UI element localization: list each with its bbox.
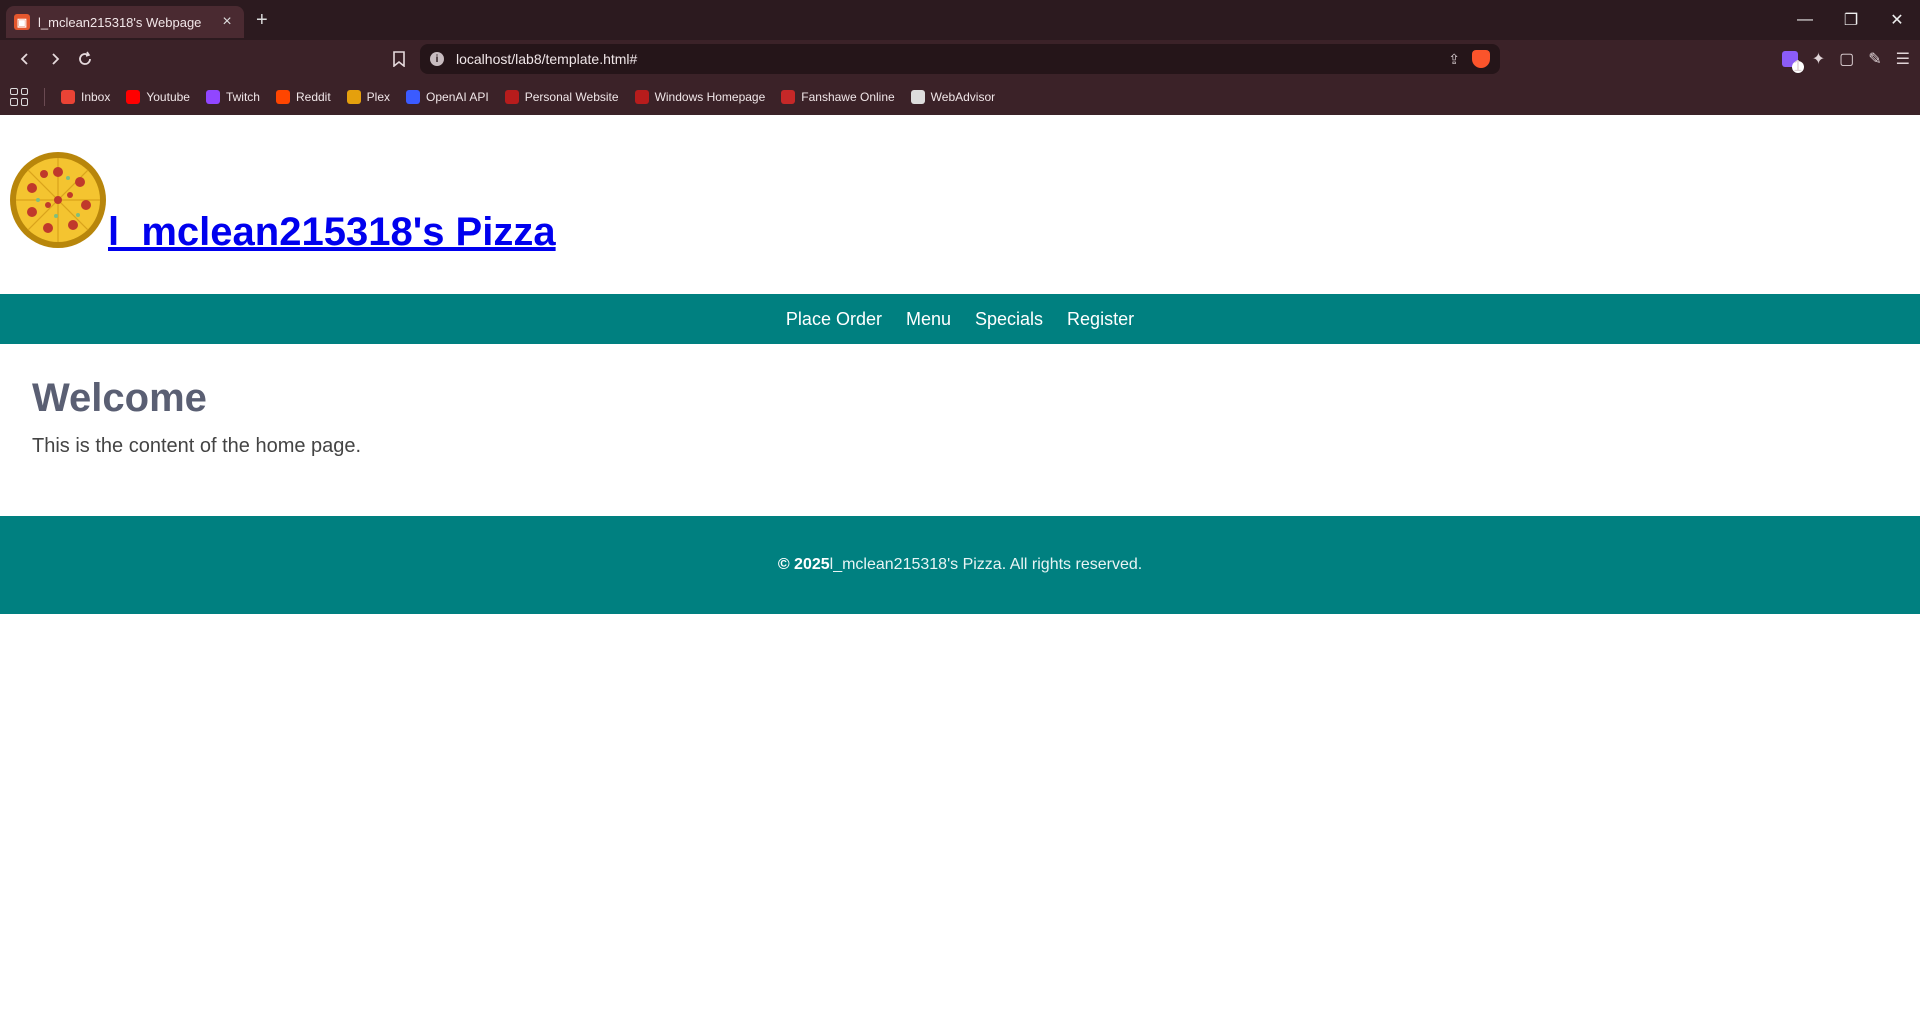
brave-shields-icon[interactable] [1472, 50, 1490, 68]
youtube-icon [126, 89, 141, 104]
gmail-icon [61, 89, 75, 104]
title-bar: ▣ l_mclean215318's Webpage × + — ❐ ✕ [0, 0, 1920, 40]
nav-menu[interactable]: Menu [906, 309, 951, 330]
footer-text: l_mclean215318's Pizza. All rights reser… [829, 556, 1143, 573]
plex-icon [346, 89, 361, 104]
apps-grid-icon[interactable] [10, 87, 28, 106]
site-info-icon[interactable]: i [430, 52, 444, 66]
bookmarks-bar: Inbox Youtube Twitch Reddit Plex OpenAI API Pe… [0, 78, 1920, 116]
bookmark-youtube[interactable]: Youtube [126, 89, 190, 104]
wallet-icon[interactable]: 1 [1781, 51, 1804, 75]
bookmark-label: WebAdvisor [930, 89, 996, 104]
address-bar[interactable]: i localhost/lab8/template.html# ⇪ [420, 44, 1500, 74]
site-title-link[interactable]: l_mclean215318's Pizza [108, 210, 556, 255]
bookmark-page-button[interactable] [384, 44, 414, 74]
bookmark-label: Fanshawe Online [801, 89, 895, 104]
bookmark-label: Windows Homepage [654, 89, 766, 104]
browser-toolbar: i localhost/lab8/template.html# ⇪ 1 ✦ ▢ … [0, 40, 1920, 78]
personal-website-icon [504, 89, 519, 104]
bookmark-fanshawe-online[interactable]: Fanshawe Online [781, 89, 895, 104]
browser-tab[interactable]: ▣ l_mclean215318's Webpage × [6, 6, 244, 38]
bookmark-personal-website[interactable]: Personal Website [504, 89, 619, 104]
reader-mode-icon[interactable]: ▢ [1839, 49, 1854, 69]
reload-button[interactable] [70, 44, 100, 74]
bookmark-twitch[interactable]: Twitch [205, 89, 260, 104]
url-input[interactable]: localhost/lab8/template.html# [456, 51, 1436, 67]
tab-title: l_mclean215318's Webpage [38, 14, 202, 30]
nav-register[interactable]: Register [1067, 309, 1134, 330]
page-viewport: l_mclean215318's Pizza Place Order Menu … [0, 115, 1920, 1032]
twitch-icon [205, 89, 220, 104]
bookmark-reddit[interactable]: Reddit [275, 89, 331, 104]
leo-ai-icon[interactable]: ✎ [1868, 49, 1881, 69]
page-heading: Welcome [32, 376, 207, 420]
back-arrow-icon [20, 53, 28, 65]
footer-copyright-year: © 2025 [777, 556, 830, 573]
bookmark-label: OpenAI API [426, 89, 489, 104]
toolbar-right: 1 ✦ ▢ ✎ ☰ [1781, 44, 1910, 75]
bookmarks-list: Inbox Youtube Twitch Reddit Plex OpenAI API Pe… [61, 89, 996, 104]
bookmark-inbox[interactable]: Inbox [61, 89, 111, 104]
forward-button[interactable] [40, 44, 70, 74]
extensions-icon[interactable]: ✦ [1812, 49, 1825, 69]
reddit-icon [275, 89, 290, 104]
openai-icon [406, 89, 421, 104]
site-navbar: Place Order Menu Specials Register [0, 294, 1920, 344]
bookmark-plex[interactable]: Plex [346, 89, 391, 104]
bookmark-label: Reddit [295, 89, 331, 104]
pizza-logo-icon [10, 152, 106, 248]
wallet-badge: 1 [1791, 58, 1804, 75]
bookmark-windows-homepage[interactable]: Windows Homepage [634, 89, 766, 104]
bookmark-label: Inbox [81, 89, 111, 104]
site-header: l_mclean215318's Pizza [0, 115, 1920, 294]
bookmark-label: Youtube [146, 89, 190, 104]
webadvisor-icon [910, 89, 925, 104]
main-content: Welcome This is the content of the home … [0, 344, 1920, 516]
reload-icon [79, 51, 91, 65]
minimize-button[interactable]: — [1782, 0, 1828, 40]
fanshawe-icon [781, 89, 796, 104]
bookmark-label: Twitch [225, 89, 260, 104]
bookmark-label: Personal Website [524, 89, 619, 104]
back-button[interactable] [10, 44, 40, 74]
nav-specials[interactable]: Specials [975, 309, 1043, 330]
tab-close-icon[interactable]: × [218, 13, 236, 31]
page-body-text: This is the content of the home page. [32, 435, 362, 457]
menu-icon[interactable]: ☰ [1896, 49, 1910, 69]
bookmark-label: Plex [366, 89, 391, 104]
bookmark-icon [393, 51, 405, 67]
windows-homepage-icon [634, 89, 649, 104]
bookmark-webadvisor[interactable]: WebAdvisor [910, 89, 996, 104]
window-controls: — ❐ ✕ [1782, 0, 1920, 40]
bookmarks-separator [44, 87, 45, 106]
restore-button[interactable]: ❐ [1828, 0, 1874, 40]
share-icon[interactable]: ⇪ [1448, 51, 1460, 68]
bookmark-openai-api[interactable]: OpenAI API [406, 89, 489, 104]
close-window-button[interactable]: ✕ [1874, 0, 1920, 40]
site-footer: © 2025 l_mclean215318's Pizza. All right… [0, 516, 1920, 614]
tab-favicon-icon: ▣ [14, 14, 30, 30]
browser-window: ▣ l_mclean215318's Webpage × + — ❐ ✕ i l… [0, 0, 1920, 1032]
forward-arrow-icon [52, 53, 60, 65]
new-tab-button[interactable]: + [256, 9, 268, 32]
browser-chrome: ▣ l_mclean215318's Webpage × + — ❐ ✕ i l… [0, 0, 1920, 116]
nav-place-order[interactable]: Place Order [786, 309, 882, 330]
